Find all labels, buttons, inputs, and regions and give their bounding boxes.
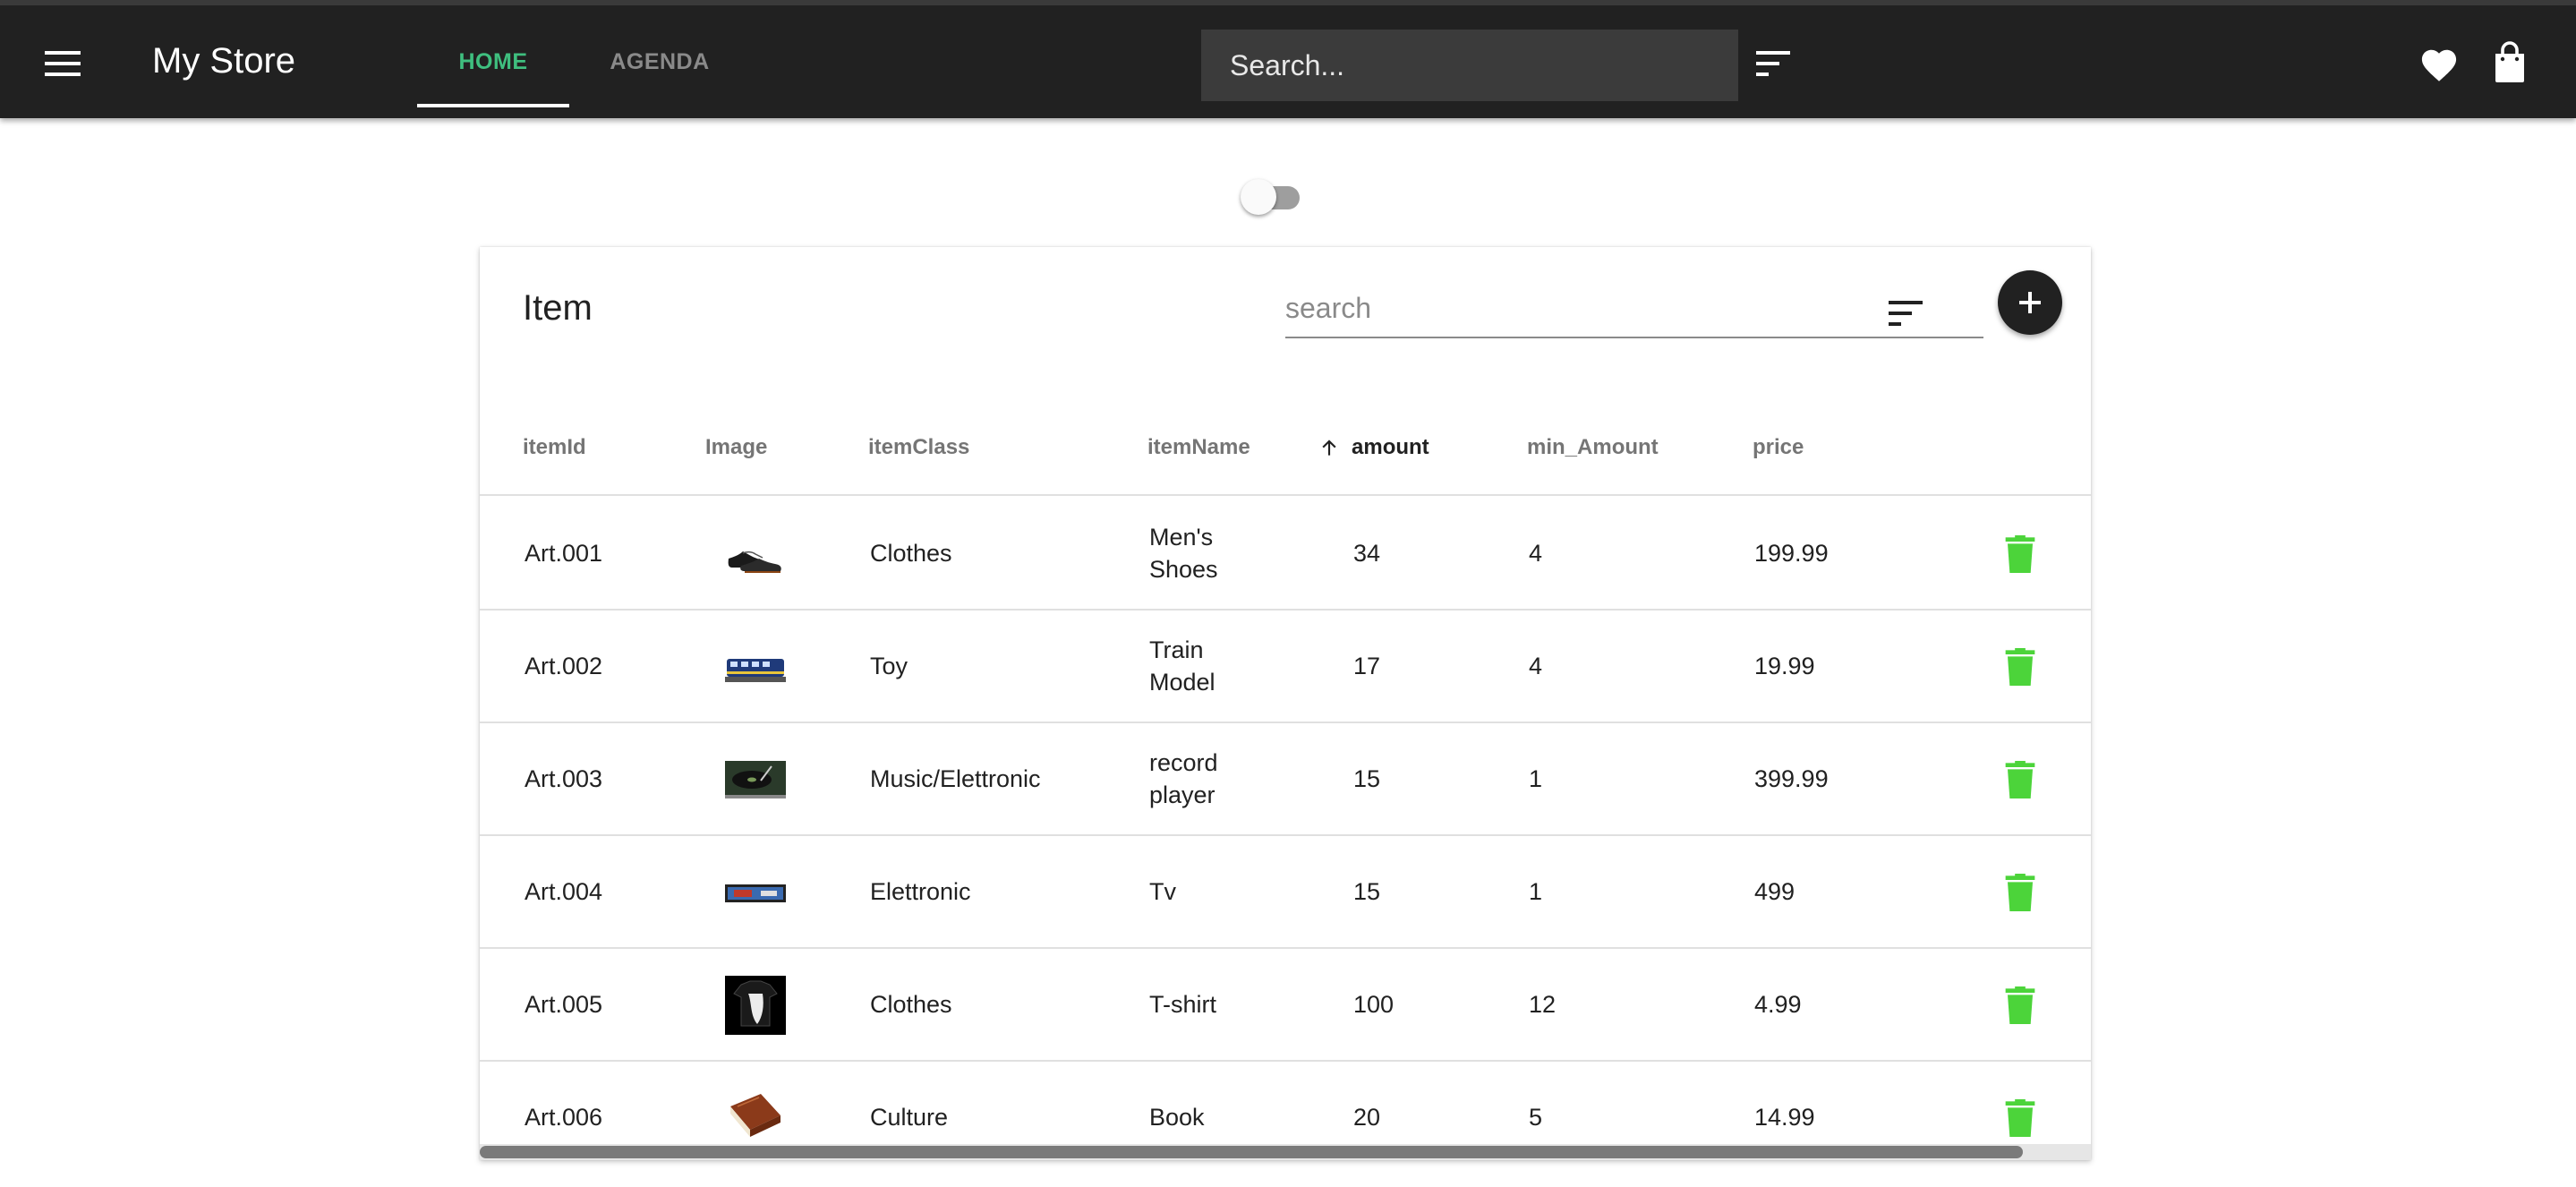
cell-amount: 15 [1353, 878, 1381, 905]
table-row[interactable]: Art.003 Music/Elettronic record player 1… [480, 723, 2091, 836]
column-header-itemClass[interactable]: itemClass [868, 399, 969, 496]
column-header-min-amount[interactable]: min_Amount [1527, 399, 1659, 496]
cell-itemClass: Music/Elettronic [870, 765, 1041, 792]
trash-icon[interactable] [2005, 986, 2035, 1024]
table-row[interactable]: Art.001 Clothes Men's Shoes 34 4 199.99 [480, 498, 2091, 611]
column-header-price[interactable]: price [1753, 399, 1804, 496]
cell-min-amount: 4 [1529, 540, 1543, 567]
active-tab-indicator [417, 104, 569, 107]
cell-itemClass: Toy [870, 653, 908, 679]
sort-ascending-arrow-icon [1322, 440, 1336, 456]
shoes-thumbnail [725, 525, 786, 584]
cell-min-amount: 4 [1529, 653, 1543, 679]
cell-itemName: record player [1149, 749, 1218, 808]
menu-icon[interactable] [41, 46, 84, 81]
train-thumbnail [725, 637, 786, 696]
cell-price: 19.99 [1754, 653, 1815, 679]
tab-agenda[interactable]: AGENDA [584, 5, 736, 118]
table-search-input[interactable] [1285, 279, 1876, 337]
cell-price: 399.99 [1754, 765, 1829, 792]
cell-itemClass: Clothes [870, 540, 952, 567]
cell-itemClass: Clothes [870, 991, 952, 1018]
app-title: My Store [152, 41, 296, 81]
cell-amount: 17 [1353, 653, 1381, 679]
scrollbar-thumb[interactable] [480, 1146, 2023, 1158]
sort-filter-icon[interactable] [1887, 297, 1924, 329]
tshirt-thumbnail [725, 976, 786, 1035]
horizontal-scrollbar[interactable] [480, 1144, 2091, 1160]
toggle-thumb [1241, 179, 1276, 215]
book-thumbnail [725, 1089, 786, 1148]
tab-home[interactable]: HOME [417, 5, 569, 118]
tv-thumbnail [725, 863, 786, 922]
table-row[interactable]: Art.005 Clothes T-shirt 100 12 4.99 [480, 949, 2091, 1062]
view-toggle-switch[interactable] [1241, 175, 1303, 215]
cell-itemId: Art.005 [525, 991, 603, 1018]
cell-amount: 100 [1353, 991, 1395, 1018]
cell-price: 499 [1754, 878, 1796, 905]
trash-icon[interactable] [2005, 874, 2035, 911]
column-header-label: amount [1352, 435, 1429, 459]
trash-icon[interactable] [2005, 761, 2035, 798]
cell-itemId: Art.001 [525, 540, 603, 567]
table-row[interactable]: Art.002 Toy Train Model 17 4 19.99 [480, 611, 2091, 723]
cell-amount: 34 [1353, 540, 1381, 567]
table-search-field [1285, 279, 1983, 338]
shopping-bag-icon[interactable] [2494, 41, 2526, 84]
cell-itemName: Train Model [1149, 636, 1215, 696]
add-item-button[interactable] [1998, 270, 2062, 335]
top-toolbar: My Store HOME AGENDA [0, 0, 2576, 118]
cell-itemId: Art.003 [525, 765, 603, 792]
heart-icon[interactable] [2418, 45, 2460, 82]
cell-itemName: Tv [1149, 878, 1176, 905]
cell-itemId: Art.002 [525, 653, 603, 679]
cell-itemName: Men's Shoes [1149, 524, 1218, 583]
table-title: Item [523, 288, 593, 328]
cell-price: 199.99 [1754, 540, 1829, 567]
plus-icon [2019, 292, 2041, 313]
cell-itemClass: Elettronic [870, 878, 971, 905]
column-header-itemId[interactable]: itemId [523, 399, 586, 496]
trash-icon[interactable] [2005, 535, 2035, 573]
cell-itemName: T-shirt [1149, 991, 1217, 1018]
column-header-itemName[interactable]: itemName [1147, 399, 1250, 496]
sort-filter-icon[interactable] [1754, 47, 1792, 80]
top-search-input[interactable] [1201, 30, 1738, 101]
record-player-thumbnail [725, 750, 786, 809]
cell-min-amount: 1 [1529, 765, 1543, 792]
cell-min-amount: 12 [1529, 991, 1557, 1018]
column-header-image[interactable]: Image [705, 399, 767, 496]
cell-min-amount: 1 [1529, 878, 1543, 905]
table-header-row: itemId Image itemClass itemName amount m… [480, 399, 2091, 496]
cell-itemId: Art.004 [525, 878, 603, 905]
cell-price: 4.99 [1754, 991, 1802, 1018]
column-header-amount[interactable]: amount [1318, 399, 1429, 496]
cell-amount: 15 [1353, 765, 1381, 792]
items-table-card: Item itemId Image itemClass itemName amo… [480, 247, 2091, 1160]
table-row[interactable]: Art.004 Elettronic Tv 15 1 499 [480, 836, 2091, 949]
trash-icon[interactable] [2005, 1099, 2035, 1137]
trash-icon[interactable] [2005, 648, 2035, 686]
